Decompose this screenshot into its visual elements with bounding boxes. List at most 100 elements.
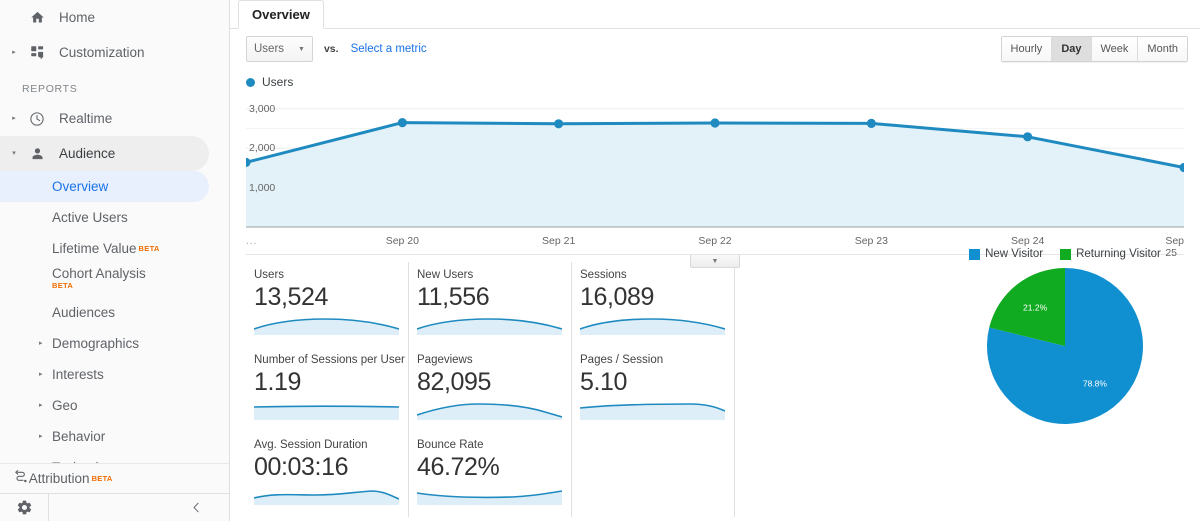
metric-sparkline bbox=[417, 483, 562, 505]
expand-arrow-icon[interactable]: ▸ bbox=[39, 371, 43, 378]
granularity-week[interactable]: Week bbox=[1091, 37, 1139, 61]
clock-icon bbox=[22, 111, 52, 127]
x-axis-tick-label: ... bbox=[246, 236, 258, 247]
collapse-arrow-icon[interactable]: ▾ bbox=[6, 150, 22, 157]
metric-sparkline bbox=[254, 398, 399, 420]
sidebar-subitem-label: Cohort Analysis bbox=[52, 266, 146, 281]
metric-card-value: 00:03:16 bbox=[254, 453, 349, 481]
metric-card-title: Users bbox=[254, 269, 285, 281]
pie-legend-item-new-visitor[interactable]: New Visitor bbox=[969, 248, 1043, 260]
chart-expand-handle[interactable]: ▼ bbox=[690, 255, 740, 268]
sidebar-item-attribution[interactable]: ▸ Attribution BETA bbox=[0, 463, 229, 493]
y-axis-tick-label: 3,000 bbox=[249, 102, 276, 115]
pie-legend: New Visitor Returning Visitor bbox=[930, 248, 1200, 260]
expand-arrow-icon[interactable]: ▸ bbox=[39, 340, 43, 347]
sidebar-item-label: Attribution bbox=[28, 471, 90, 486]
sidebar-item-home[interactable]: ▸ Home bbox=[0, 0, 229, 35]
tab-overview[interactable]: Overview bbox=[238, 0, 324, 29]
metric-card[interactable]: Users 13,524 bbox=[246, 262, 409, 347]
x-axis-tick-label: Sep 21 bbox=[542, 235, 576, 247]
expand-arrow-icon[interactable]: ▸ bbox=[39, 402, 43, 409]
sidebar-item-label: Realtime bbox=[59, 111, 113, 126]
sidebar-subitem-label: Audiences bbox=[52, 305, 116, 320]
metric-card-value: 5.10 bbox=[580, 368, 628, 396]
sidebar-item-behavior[interactable]: ▸ Behavior bbox=[0, 421, 229, 452]
metric-card-row: Users 13,524 New Users 11,556 Sessions 16,089 bbox=[246, 262, 756, 347]
sidebar-item-demographics[interactable]: ▸ Demographics bbox=[0, 328, 229, 359]
metric-card-row: Number of Sessions per User 1.19 Pageviews… bbox=[246, 347, 756, 432]
line-chart-labels bbox=[246, 118, 1184, 173]
sidebar-nav: ▸ Home ▸ Customizati bbox=[0, 0, 229, 463]
chevron-down-icon: ▼ bbox=[298, 45, 305, 53]
expand-arrow-icon[interactable]: ▸ bbox=[6, 49, 22, 56]
sidebar-item-label: Audience bbox=[59, 146, 116, 161]
sidebar-item-interests[interactable]: ▸ Interests bbox=[0, 359, 229, 390]
attribution-icon bbox=[13, 469, 29, 488]
x-axis-tick-label: Sep 24 bbox=[1011, 235, 1045, 247]
metric-card[interactable]: Pageviews 82,095 bbox=[409, 347, 572, 432]
metric-card[interactable]: Sessions 16,089 bbox=[572, 262, 735, 347]
sidebar-subitem-label: Geo bbox=[52, 398, 78, 413]
metric-card-title: Pages / Session bbox=[580, 354, 664, 366]
metric-card[interactable]: New Users 11,556 bbox=[409, 262, 572, 347]
legend-label: Users bbox=[262, 75, 294, 89]
tab-label: Overview bbox=[252, 7, 310, 22]
beta-badge: BETA bbox=[138, 244, 160, 253]
metric-card[interactable]: Avg. Session Duration 00:03:16 bbox=[246, 432, 409, 517]
collapse-sidebar-button[interactable] bbox=[49, 501, 229, 514]
sidebar-item-realtime[interactable]: ▸ Realtime bbox=[0, 101, 229, 136]
sidebar-item-cohort-analysis[interactable]: Cohort Analysis BETA bbox=[0, 264, 229, 295]
sidebar-item-geo[interactable]: ▸ Geo bbox=[0, 390, 229, 421]
legend-swatch bbox=[969, 248, 981, 260]
granularity-toggle-group: Hourly Day Week Month bbox=[1000, 36, 1188, 62]
metric-card-title: Avg. Session Duration bbox=[254, 439, 368, 451]
expand-arrow-icon[interactable]: ▸ bbox=[6, 115, 22, 122]
metric-card-title: Bounce Rate bbox=[417, 439, 484, 451]
expand-arrow-icon[interactable]: ▸ bbox=[39, 433, 43, 440]
metric-card-title: Sessions bbox=[580, 269, 627, 281]
metric-select[interactable]: Users ▼ bbox=[246, 36, 313, 62]
sidebar-item-audiences[interactable]: Audiences bbox=[0, 297, 229, 328]
sidebar-section-reports: REPORTS bbox=[22, 83, 78, 95]
sidebar-item-active-users[interactable]: Active Users bbox=[0, 202, 229, 233]
sidebar-subitem-label: Lifetime Value bbox=[52, 241, 137, 256]
sidebar-item-lifetime-value[interactable]: Lifetime Value BETA bbox=[0, 233, 229, 264]
pie-legend-label: Returning Visitor bbox=[1076, 248, 1161, 260]
metric-card[interactable]: Bounce Rate 46.72% bbox=[409, 432, 572, 517]
sidebar-subitem-wrapper: Cohort Analysis BETA bbox=[52, 266, 146, 290]
granularity-month[interactable]: Month bbox=[1138, 37, 1187, 61]
metric-card-title: Number of Sessions per User bbox=[254, 354, 405, 366]
visitor-type-pie-chart[interactable]: 78.8% 21.2% bbox=[986, 267, 1144, 425]
home-icon bbox=[22, 10, 52, 25]
sidebar-item-overview[interactable]: Overview bbox=[0, 171, 209, 202]
chevron-left-icon bbox=[193, 502, 199, 513]
main-content: Overview Users ▼ vs. Select a metric Hou… bbox=[230, 0, 1200, 521]
sidebar-item-audience[interactable]: ▾ Audience bbox=[0, 136, 209, 171]
sidebar-item-customization[interactable]: ▸ Customization bbox=[0, 35, 229, 70]
metric-card-row: Avg. Session Duration 00:03:16 Bounce Rate… bbox=[246, 432, 756, 517]
pie-legend-label: New Visitor bbox=[985, 248, 1044, 260]
gear-icon[interactable] bbox=[0, 499, 48, 516]
new-vs-returning-panel: New Visitor Returning Visitor 78.8% 21.2% bbox=[930, 248, 1200, 425]
x-axis-tick-label: Sep 22 bbox=[698, 235, 732, 247]
sidebar-subitem-label: Interests bbox=[52, 367, 104, 382]
metric-card-value: 11,556 bbox=[417, 283, 490, 311]
users-line-chart[interactable]: 1,000 2,000 3,000 bbox=[246, 93, 1184, 233]
sidebar-subitem-label: Overview bbox=[52, 179, 109, 194]
granularity-day[interactable]: Day bbox=[1052, 37, 1092, 61]
metric-card[interactable]: Pages / Session 5.10 bbox=[572, 347, 735, 432]
tab-bar: Overview bbox=[230, 0, 1200, 29]
person-icon bbox=[22, 146, 52, 161]
granularity-hourly[interactable]: Hourly bbox=[1001, 37, 1053, 61]
chart-toolbar: Users ▼ vs. Select a metric Hourly Day W… bbox=[230, 29, 1200, 69]
pie-legend-item-returning-visitor[interactable]: Returning Visitor bbox=[1060, 248, 1161, 260]
metric-select-value: Users bbox=[254, 43, 285, 55]
metric-card-value: 46.72% bbox=[417, 453, 500, 481]
x-axis-tick-label: Sep 20 bbox=[385, 235, 419, 247]
legend-dot-icon bbox=[246, 77, 255, 87]
sidebar-item-technology[interactable]: ▸ Technology bbox=[0, 452, 229, 463]
metric-card[interactable]: Number of Sessions per User 1.19 bbox=[246, 347, 409, 432]
sidebar-item-label: Customization bbox=[59, 45, 145, 60]
sidebar-item-label: Home bbox=[59, 10, 96, 25]
select-a-metric-link[interactable]: Select a metric bbox=[351, 43, 427, 55]
